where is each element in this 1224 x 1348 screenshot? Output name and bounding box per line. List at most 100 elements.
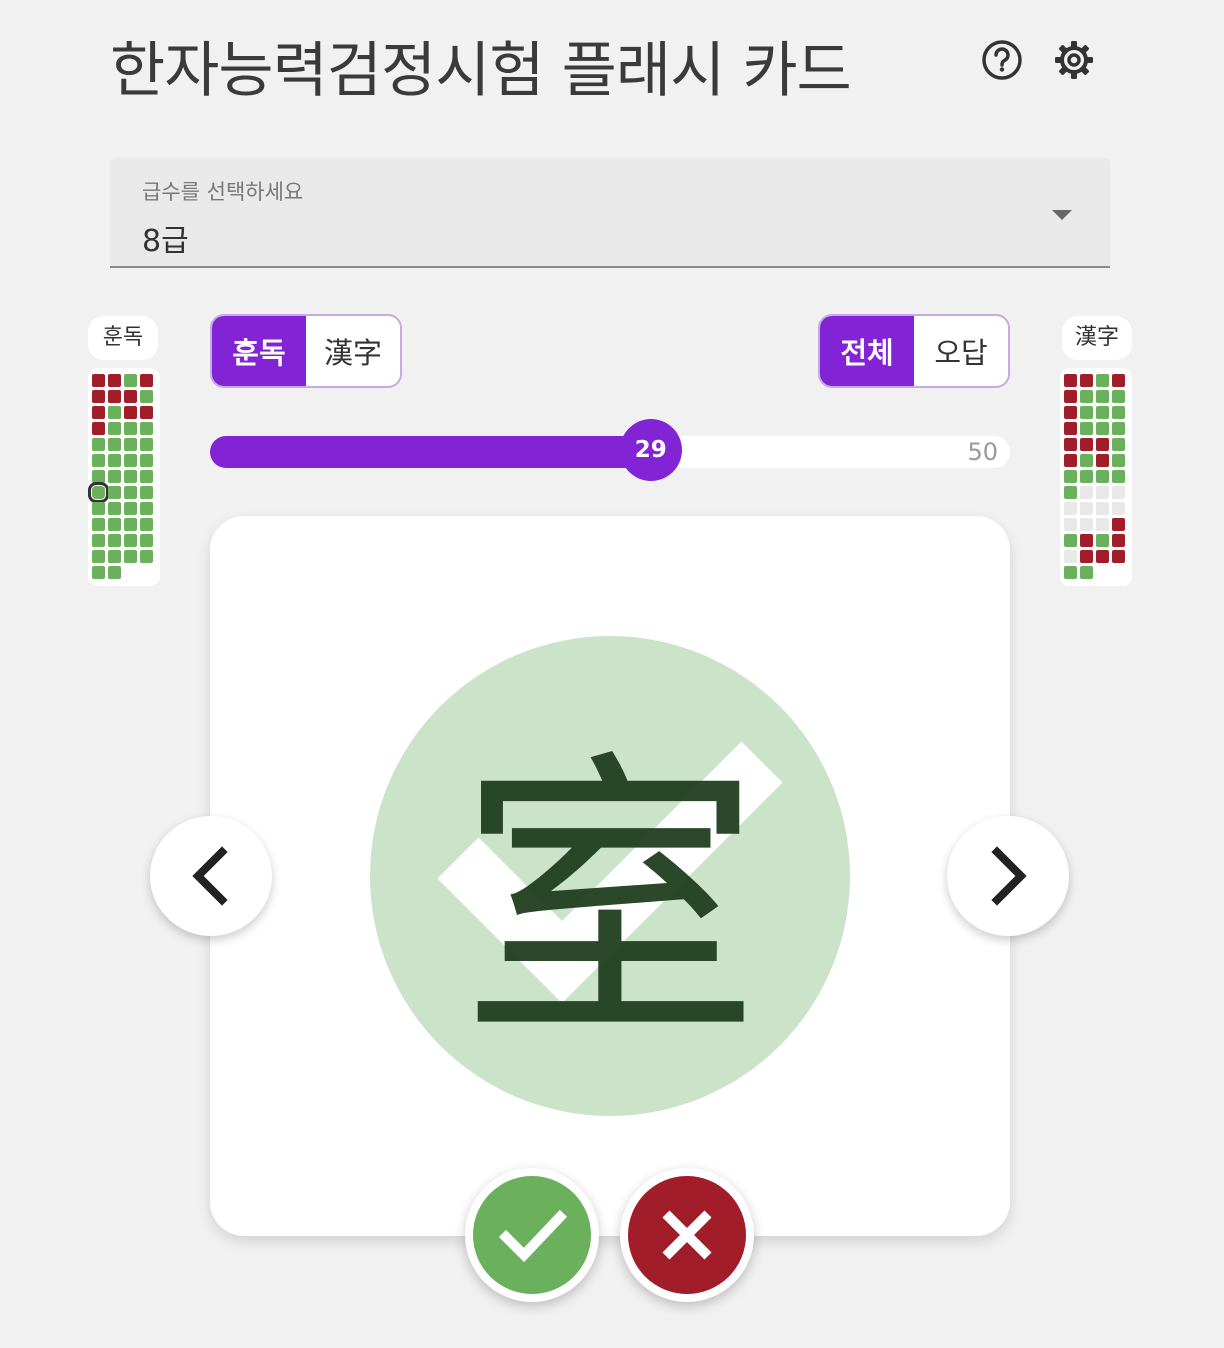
- progress-cell[interactable]: [108, 486, 121, 499]
- mark-wrong-button[interactable]: [620, 1168, 754, 1302]
- progress-cell[interactable]: [1096, 422, 1109, 435]
- progress-cell[interactable]: [1112, 422, 1125, 435]
- progress-cell[interactable]: [1080, 566, 1093, 579]
- progress-cell[interactable]: [108, 454, 121, 467]
- prev-button[interactable]: [150, 816, 272, 936]
- progress-cell[interactable]: [140, 502, 153, 515]
- progress-cell[interactable]: [92, 502, 105, 515]
- progress-cell[interactable]: [108, 550, 121, 563]
- progress-cell[interactable]: [108, 566, 121, 579]
- progress-cell[interactable]: [1080, 390, 1093, 403]
- progress-cell[interactable]: [92, 406, 105, 419]
- progress-cell[interactable]: [1096, 454, 1109, 467]
- progress-cell[interactable]: [1064, 422, 1077, 435]
- progress-cell[interactable]: [92, 534, 105, 547]
- progress-cell[interactable]: [124, 406, 137, 419]
- progress-cell[interactable]: [124, 502, 137, 515]
- mode-option-hundok[interactable]: 훈독: [212, 316, 306, 386]
- progress-cell[interactable]: [92, 438, 105, 451]
- progress-cell[interactable]: [1080, 438, 1093, 451]
- progress-cell[interactable]: [108, 374, 121, 387]
- progress-cell[interactable]: [1112, 454, 1125, 467]
- progress-cell[interactable]: [1112, 486, 1125, 499]
- progress-cell[interactable]: [108, 438, 121, 451]
- progress-cell[interactable]: [1064, 438, 1077, 451]
- progress-cell[interactable]: [1096, 518, 1109, 531]
- progress-cell[interactable]: [1112, 550, 1125, 563]
- progress-cell[interactable]: [1112, 406, 1125, 419]
- progress-cell[interactable]: [1064, 374, 1077, 387]
- progress-cell[interactable]: [88, 482, 109, 503]
- progress-cell[interactable]: [92, 454, 105, 467]
- progress-cell[interactable]: [108, 390, 121, 403]
- progress-cell[interactable]: [92, 518, 105, 531]
- progress-cell[interactable]: [1112, 390, 1125, 403]
- filter-option-wrong[interactable]: 오답: [914, 316, 1008, 386]
- progress-cell[interactable]: [1080, 518, 1093, 531]
- progress-cell[interactable]: [1112, 534, 1125, 547]
- progress-cell[interactable]: [1096, 550, 1109, 563]
- progress-cell[interactable]: [1064, 454, 1077, 467]
- mode-option-hanja[interactable]: 漢字: [306, 316, 400, 386]
- progress-cell[interactable]: [108, 518, 121, 531]
- level-select[interactable]: 급수를 선택하세요 8급: [110, 158, 1110, 268]
- progress-cell[interactable]: [1080, 502, 1093, 515]
- progress-cell[interactable]: [124, 534, 137, 547]
- progress-cell[interactable]: [1064, 518, 1077, 531]
- progress-cell[interactable]: [1064, 486, 1077, 499]
- progress-cell[interactable]: [124, 390, 137, 403]
- progress-cell[interactable]: [140, 422, 153, 435]
- progress-cell[interactable]: [1112, 502, 1125, 515]
- filter-option-all[interactable]: 전체: [820, 316, 914, 386]
- slider-thumb[interactable]: 29: [619, 419, 682, 481]
- help-icon[interactable]: [980, 38, 1024, 82]
- progress-cell[interactable]: [92, 374, 105, 387]
- progress-cell[interactable]: [1080, 486, 1093, 499]
- progress-cell[interactable]: [1096, 486, 1109, 499]
- progress-cell[interactable]: [1064, 550, 1077, 563]
- progress-cell[interactable]: [1080, 406, 1093, 419]
- progress-cell[interactable]: [140, 518, 153, 531]
- progress-cell[interactable]: [1112, 438, 1125, 451]
- progress-cell[interactable]: [124, 470, 137, 483]
- progress-cell[interactable]: [1096, 502, 1109, 515]
- progress-slider[interactable]: 50 29: [210, 419, 1010, 481]
- progress-cell[interactable]: [1080, 534, 1093, 547]
- progress-cell[interactable]: [92, 566, 105, 579]
- progress-cell[interactable]: [1080, 454, 1093, 467]
- progress-cell[interactable]: [108, 422, 121, 435]
- progress-cell[interactable]: [1096, 470, 1109, 483]
- progress-cell[interactable]: [1080, 470, 1093, 483]
- mark-correct-button[interactable]: [465, 1168, 599, 1302]
- progress-cell[interactable]: [124, 550, 137, 563]
- progress-cell[interactable]: [124, 454, 137, 467]
- progress-cell[interactable]: [124, 422, 137, 435]
- progress-cell[interactable]: [1096, 534, 1109, 547]
- progress-cell[interactable]: [140, 550, 153, 563]
- progress-cell[interactable]: [1112, 374, 1125, 387]
- progress-cell[interactable]: [124, 374, 137, 387]
- progress-cell[interactable]: [140, 374, 153, 387]
- progress-cell[interactable]: [140, 534, 153, 547]
- progress-cell[interactable]: [1064, 390, 1077, 403]
- gear-icon[interactable]: [1052, 38, 1096, 82]
- progress-cell[interactable]: [1080, 374, 1093, 387]
- progress-cell[interactable]: [124, 486, 137, 499]
- progress-cell[interactable]: [1112, 470, 1125, 483]
- progress-cell[interactable]: [124, 518, 137, 531]
- next-button[interactable]: [947, 816, 1069, 936]
- progress-cell[interactable]: [92, 422, 105, 435]
- progress-cell[interactable]: [140, 406, 153, 419]
- progress-cell[interactable]: [108, 470, 121, 483]
- progress-cell[interactable]: [92, 550, 105, 563]
- progress-cell[interactable]: [1064, 534, 1077, 547]
- flash-card[interactable]: 室: [210, 516, 1010, 1236]
- progress-cell[interactable]: [1080, 422, 1093, 435]
- progress-cell[interactable]: [108, 502, 121, 515]
- progress-cell[interactable]: [140, 486, 153, 499]
- progress-cell[interactable]: [140, 438, 153, 451]
- progress-cell[interactable]: [108, 534, 121, 547]
- progress-cell[interactable]: [1080, 550, 1093, 563]
- progress-cell[interactable]: [1064, 406, 1077, 419]
- progress-cell[interactable]: [140, 390, 153, 403]
